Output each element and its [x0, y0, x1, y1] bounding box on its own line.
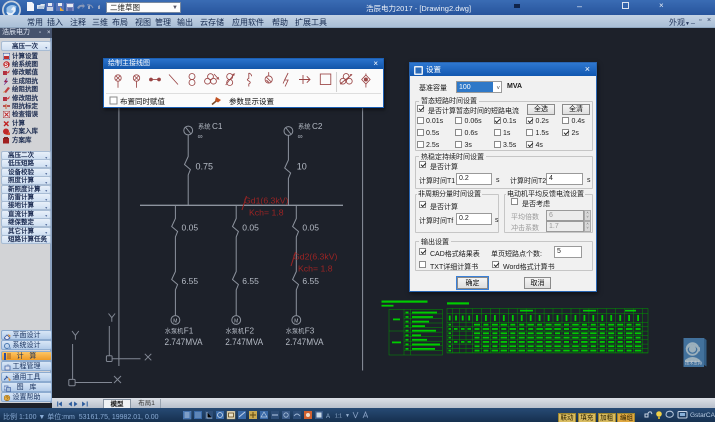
- svg-text:参数显示设置: 参数显示设置: [229, 96, 274, 106]
- svg-text:S: S: [4, 63, 8, 68]
- svg-text:1:1: 1:1: [335, 413, 342, 419]
- svg-text:布置同时赋值: 布置同时赋值: [120, 96, 165, 106]
- svg-text:▼: ▼: [345, 413, 350, 419]
- svg-text:?: ?: [6, 396, 9, 402]
- svg-text:A: A: [326, 414, 330, 420]
